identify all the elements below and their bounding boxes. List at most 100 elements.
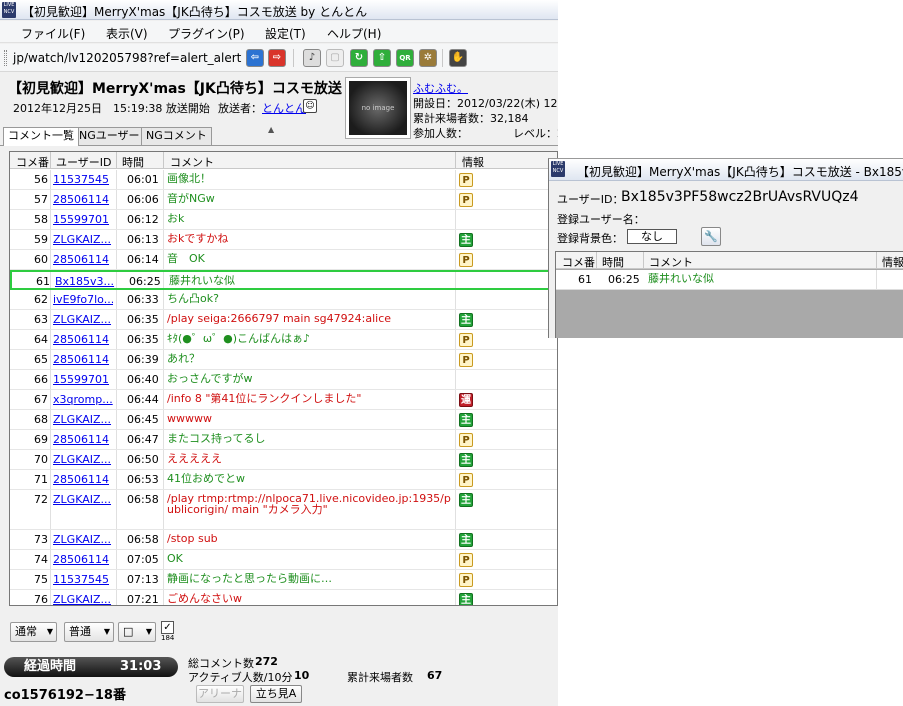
tab-ng-user[interactable]: NGユーザー (74, 127, 145, 145)
comment-row[interactable]: 59 ZLGKAIZ... 06:13 おkですかね 主 (10, 230, 557, 250)
menu-file[interactable]: ファイル(F) (21, 25, 85, 42)
comment-size-select[interactable]: 普通 ▼ (64, 622, 114, 642)
popup-uid-value[interactable]: Bx185v3PF58wcz2BrUAvsRVUQz4 (621, 189, 859, 205)
popup-titlebar[interactable]: LIVE NCV 【初見歓迎】MerryX'mas【JK凸待ち】コスモ放送 - … (549, 159, 903, 181)
popup-bg-color-select[interactable]: なし (627, 229, 677, 244)
comment-row[interactable]: 66 15599701 06:40 おっさんですがw (10, 370, 557, 390)
comment-row[interactable]: 57 28506114 06:06 音がNGw P (10, 190, 557, 210)
comment-row[interactable]: 63 ZLGKAIZ... 06:35/play seiga:2666797 mai… (10, 310, 557, 330)
comment-row[interactable]: 58 15599701 06:12 おk (10, 210, 557, 230)
user-id-link[interactable]: ivE9fo7lo... (53, 293, 113, 306)
header-divider[interactable] (455, 152, 456, 169)
hand-tool-icon[interactable]: ✋ (449, 49, 467, 67)
header-divider[interactable] (596, 252, 597, 269)
comment-row[interactable]: 76 ZLGKAIZ... 07:21 ごめんなさいw 主 (10, 590, 557, 605)
comment-row[interactable]: 69 28506114 06:47 またコス持ってるし P (10, 430, 557, 450)
comment-row[interactable]: 73 ZLGKAIZ... 06:58/stop sub 主 (10, 530, 557, 550)
user-id-link[interactable]: 28506114 (53, 253, 113, 266)
header-divider[interactable] (643, 252, 644, 269)
disabled-tool-icon[interactable]: ▢ (326, 49, 344, 67)
speaker-icon[interactable]: ♪ (303, 49, 321, 67)
header-user-id[interactable]: ユーザーID (56, 154, 112, 170)
user-id-link[interactable]: Bx185v3... (55, 275, 115, 288)
user-id-link[interactable]: 28506114 (53, 433, 113, 446)
comment-row[interactable]: 74 28506114 07:05 OK P (10, 550, 557, 570)
comment-row[interactable]: 71 28506114 06:53 41位おめでとw P (10, 470, 557, 490)
user-id-link[interactable]: 11537545 (53, 173, 113, 186)
user-id-link[interactable]: ZLGKAIZ... (53, 533, 113, 546)
user-id-link[interactable]: 15599701 (53, 213, 113, 226)
menu-view[interactable]: 表示(V) (106, 25, 148, 42)
user-id-link[interactable]: 28506114 (53, 193, 113, 206)
comment-row[interactable]: 65 28506114 06:39 あれ？ P (10, 350, 557, 370)
header-divider[interactable] (116, 152, 117, 169)
main-titlebar[interactable]: LIVE NCV 【初見歓迎】MerryX'mas【JK凸待ち】コスモ放送 by… (0, 0, 558, 20)
tab-ng-comment[interactable]: NGコメント (141, 127, 212, 145)
user-id-link[interactable]: 28506114 (53, 553, 113, 566)
184-checkbox[interactable]: ✓ (161, 621, 174, 634)
user-id-link[interactable]: ZLGKAIZ... (53, 413, 113, 426)
arena-button[interactable]: アリーナ (196, 685, 244, 703)
toolbar-grip-icon[interactable] (4, 50, 7, 66)
user-id-link[interactable]: ZLGKAIZ... (53, 313, 113, 326)
comment-row[interactable]: 67 x3qromp... 06:44/info 8 "第41位にランクインしました… (10, 390, 557, 410)
caster-face-icon[interactable]: ☺ (303, 99, 317, 113)
comment-row[interactable]: 56 11537545 06:01 画像北！ P (10, 170, 557, 190)
header-divider[interactable] (163, 152, 164, 169)
comment-mode-select[interactable]: 通常 ▼ (10, 622, 57, 642)
user-id-link[interactable]: 28506114 (53, 473, 113, 486)
popup-header-comment[interactable]: コメント (649, 254, 693, 270)
menu-settings[interactable]: 設定(T) (265, 25, 306, 42)
standing-a-button[interactable]: 立ち見A (250, 685, 302, 703)
header-divider[interactable] (876, 252, 877, 269)
collapse-up-icon[interactable]: ▲ (268, 125, 274, 134)
comment-row[interactable]: 62 ivE9fo7lo... 06:33 ちん凸ok? (10, 290, 557, 310)
header-comment[interactable]: コメント (170, 154, 214, 170)
comment-row[interactable]: 70 ZLGKAIZ... 06:50 えええええ 主 (10, 450, 557, 470)
caster-link[interactable]: とんとん (262, 100, 306, 116)
comment-time: 06:33 (127, 293, 159, 306)
qr-green-icon[interactable]: QR (396, 49, 414, 67)
user-id-link[interactable]: ZLGKAIZ... (53, 453, 113, 466)
comment-row[interactable]: 68 ZLGKAIZ... 06:45 wwwww 主 (10, 410, 557, 430)
header-time[interactable]: 時間 (122, 154, 144, 170)
popup-comment-row[interactable]: 61 06:25 藤井れいな似 (556, 270, 903, 290)
comment-time: 06:53 (127, 473, 159, 486)
user-id-link[interactable]: ZLGKAIZ... (53, 493, 113, 506)
user-id-link[interactable]: 28506114 (53, 353, 113, 366)
header-info[interactable]: 情報 (462, 154, 484, 170)
popup-header-info[interactable]: 情報 (882, 254, 903, 270)
header-divider[interactable] (50, 152, 51, 169)
refresh-green-icon[interactable]: ↻ (350, 49, 368, 67)
user-id-link[interactable]: ZLGKAIZ... (53, 233, 113, 246)
user-id-link[interactable]: ZLGKAIZ... (53, 593, 113, 605)
comment-row[interactable]: 72 ZLGKAIZ... 06:58/play rtmp:rtmp://nlpoc… (10, 490, 557, 530)
toolbar-separator (293, 49, 294, 67)
menu-plugin[interactable]: プラグイン(P) (168, 25, 245, 42)
comment-row[interactable]: 75 11537545 07:13 静画になったと思ったら動画に… P (10, 570, 557, 590)
menu-help[interactable]: ヘルプ(H) (327, 25, 381, 42)
user-id-link[interactable]: x3qromp... (53, 393, 113, 406)
upload-green-icon[interactable]: ⇧ (373, 49, 391, 67)
user-id-link[interactable]: 28506114 (53, 333, 113, 346)
header-comment-no[interactable]: コメ番 (16, 154, 49, 170)
user-id-link[interactable]: 15599701 (53, 373, 113, 386)
comment-row[interactable]: 61 Bx185v3... 06:25 藤井れいな似 (10, 270, 557, 290)
popup-header-no[interactable]: コメ番 (562, 254, 595, 270)
connect-icon[interactable]: ⇦ (246, 49, 264, 67)
plugin-gear-icon[interactable]: ✲ (419, 49, 437, 67)
comment-time: 06:50 (127, 453, 159, 466)
comment-text: ちん凸ok? (167, 293, 219, 304)
comment-row[interactable]: 64 28506114 06:35 ｷﾀ(●゜ω゜●)こんばんはぁ♪ P (10, 330, 557, 350)
wrench-icon[interactable]: 🔧 (701, 227, 721, 246)
comment-color-select[interactable]: □ ▼ (118, 622, 156, 642)
comment-text: 藤井れいな似 (169, 275, 235, 286)
tab-comment-list[interactable]: コメント一覧 (3, 127, 79, 146)
disconnect-icon[interactable]: ⇨ (268, 49, 286, 67)
url-field[interactable]: jp/watch/lv120205798?ref=alert_alert (13, 51, 241, 65)
user-id-link[interactable]: 11537545 (53, 573, 113, 586)
comment-row[interactable]: 60 28506114 06:14 音 OK P (10, 250, 557, 270)
community-thumbnail[interactable]: no image (349, 81, 407, 135)
popup-header-time[interactable]: 時間 (602, 254, 624, 270)
community-name[interactable]: ふむふむ。 (413, 80, 468, 96)
